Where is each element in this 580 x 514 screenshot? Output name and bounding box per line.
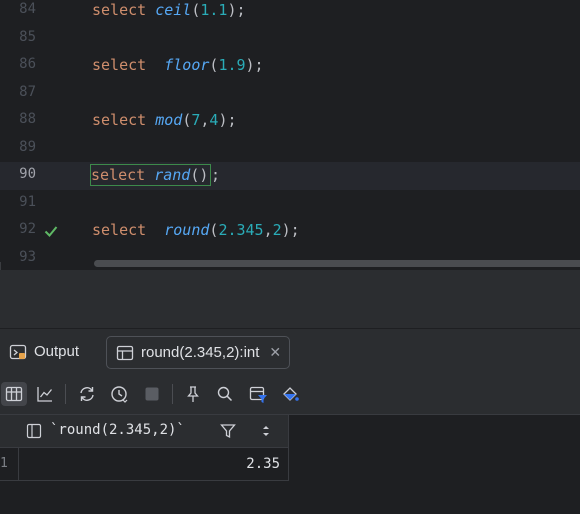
code-trailing: ; <box>211 166 221 184</box>
line-number: 86 <box>19 56 36 72</box>
code-token: , <box>263 221 273 239</box>
sql-statement[interactable]: select round(2.345,2); <box>92 220 300 240</box>
code-line[interactable]: 92 select round(2.345,2); <box>0 217 580 245</box>
console-icon <box>8 342 28 362</box>
refresh-icon[interactable] <box>74 382 100 406</box>
code-line[interactable]: 88 select mod(7,4); <box>0 107 580 135</box>
filter-icon[interactable] <box>220 423 236 439</box>
code-token: () <box>190 166 209 184</box>
code-line[interactable]: 89 <box>0 135 580 163</box>
search-icon[interactable] <box>212 382 238 406</box>
toolbar-separator <box>65 384 66 404</box>
line-number: 85 <box>19 28 36 45</box>
code-token: 2 <box>272 221 282 239</box>
code-token: ceil <box>155 1 192 19</box>
sql-statement[interactable]: select floor(1.9); <box>92 55 264 75</box>
result-toolbar <box>0 374 580 415</box>
code-editor[interactable]: 84 select ceil(1.1); 85 86 select floor(1.9)… <box>0 0 580 270</box>
current-statement[interactable]: select rand() <box>89 164 212 186</box>
code-token: ); <box>218 111 237 129</box>
editor-corner <box>0 262 11 270</box>
code-token: ); <box>281 221 300 239</box>
filter-view-icon[interactable] <box>245 382 271 406</box>
code-token: select <box>92 1 156 19</box>
code-token: ( <box>182 111 192 129</box>
panel-splitter[interactable] <box>0 270 580 328</box>
code-line[interactable]: 85 <box>0 25 580 53</box>
toolbar-separator <box>172 384 173 404</box>
checkmark-icon <box>43 223 59 239</box>
code-token: select <box>91 166 155 184</box>
code-token: 2.345 <box>218 221 264 239</box>
table-row[interactable]: 1 2.35 <box>0 448 289 481</box>
code-line[interactable]: 91 <box>0 190 580 218</box>
tab-query-result[interactable]: round(2.345,2):int ✕ <box>106 336 291 369</box>
line-number: 92 <box>19 221 36 237</box>
code-token: floor <box>164 56 210 74</box>
line-number: 87 <box>19 83 36 100</box>
tab-output-label: Output <box>34 343 80 360</box>
chart-view-icon[interactable] <box>32 382 58 406</box>
column-icon <box>26 423 42 439</box>
stop-icon[interactable] <box>139 382 165 406</box>
close-icon[interactable]: ✕ <box>269 344 281 361</box>
line-number: 84 <box>19 1 36 17</box>
code-token: select <box>92 56 165 74</box>
table-view-icon[interactable] <box>1 382 27 406</box>
code-token: round <box>164 221 210 239</box>
sort-icon[interactable] <box>260 423 272 439</box>
code-token: ); <box>227 1 246 19</box>
column-name: `round(2.345,2)` <box>50 422 185 438</box>
line-number: 91 <box>19 193 36 210</box>
line-number: 90 <box>19 166 36 182</box>
code-line[interactable]: 90 select rand(); <box>0 162 580 190</box>
tab-query-result-label: round(2.345,2):int <box>141 344 260 361</box>
code-token: select <box>92 221 165 239</box>
tab-output[interactable]: Output <box>6 336 85 367</box>
line-number: 88 <box>19 111 36 127</box>
code-token: 1.9 <box>218 56 246 74</box>
code-token: select <box>92 111 156 129</box>
code-token: ); <box>245 56 264 74</box>
code-line[interactable]: 86 select floor(1.9); <box>0 52 580 80</box>
code-token: rand <box>154 166 191 184</box>
paint-icon[interactable] <box>277 382 303 406</box>
column-header[interactable]: `round(2.345,2)` <box>0 415 289 448</box>
row-number: 1 <box>0 448 19 480</box>
pin-icon[interactable] <box>180 382 206 406</box>
services-tab-bar: Output round(2.345,2):int ✕ <box>0 328 580 375</box>
horizontal-scrollbar-thumb[interactable] <box>94 260 580 267</box>
line-number: 89 <box>19 138 36 155</box>
code-line[interactable]: 84 select ceil(1.1); <box>0 0 580 25</box>
sql-statement[interactable]: select mod(7,4); <box>92 110 237 130</box>
table-icon <box>115 343 135 363</box>
code-token: 1.1 <box>200 1 228 19</box>
sql-statement[interactable]: select ceil(1.1); <box>92 0 246 20</box>
code-line[interactable]: 87 <box>0 80 580 108</box>
code-token: mod <box>155 111 183 129</box>
history-icon[interactable] <box>106 382 132 406</box>
table-cell[interactable]: 2.35 <box>19 448 280 480</box>
result-grid[interactable]: `round(2.345,2)` 1 2.35 <box>0 415 580 514</box>
